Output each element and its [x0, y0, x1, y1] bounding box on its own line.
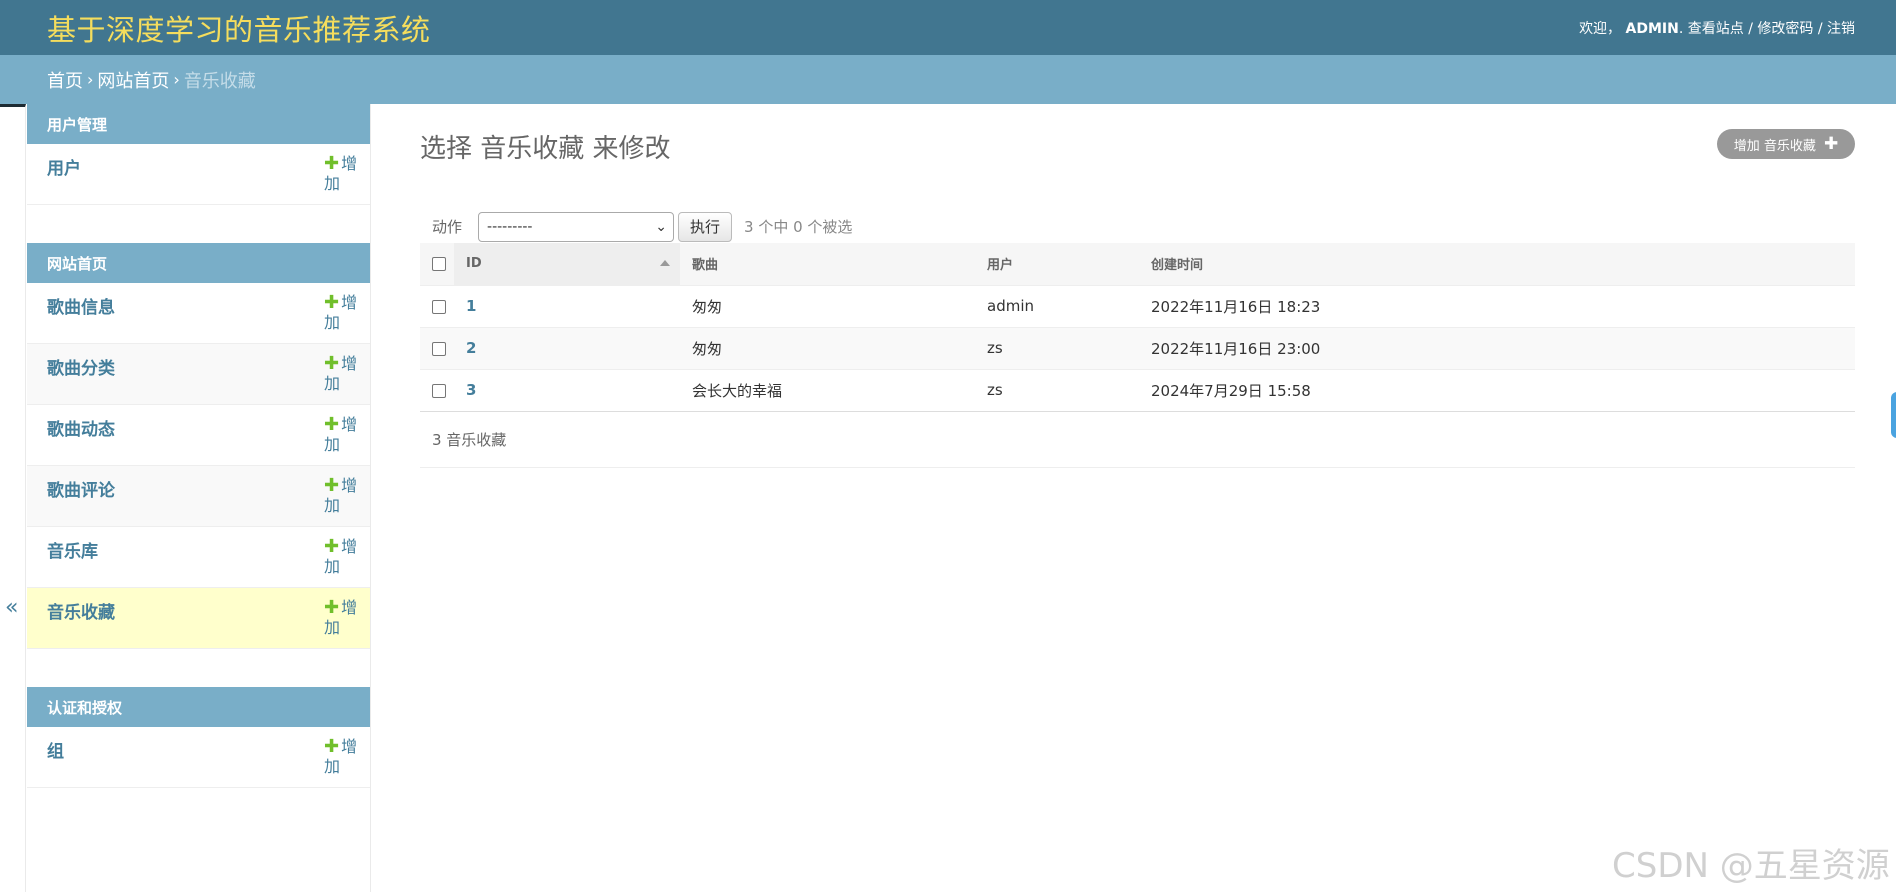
side-widget-tab[interactable] — [1891, 392, 1896, 438]
module-caption[interactable]: 网站首页 — [27, 243, 370, 283]
add-music-favorite-button[interactable]: 增加 音乐收藏 ✚ — [1717, 129, 1855, 159]
plus-icon: ✚ — [1823, 134, 1839, 154]
model-link[interactable]: 歌曲评论 — [47, 476, 115, 501]
logout-link[interactable]: 注销 — [1827, 21, 1855, 37]
breadcrumb-current: 音乐收藏 — [183, 70, 256, 92]
cell-created: 2022年11月16日 18:23 — [1139, 285, 1855, 328]
result-count: 3 音乐收藏 — [420, 411, 1855, 468]
module-site-home: 网站首页 歌曲信息 ✚ 增加 歌曲分类 ✚ 增加 歌曲动态 ✚ 增加 歌曲评论 ✚ 增加… — [27, 243, 370, 649]
add-song-news-link[interactable]: ✚ 增加 — [324, 415, 368, 455]
model-link[interactable]: 用户 — [47, 154, 81, 179]
sidebar-item-song-category: 歌曲分类 ✚ 增加 — [27, 344, 370, 405]
table-header-row: ID 歌曲 用户 创建时间 — [420, 243, 1855, 286]
page-title: 选择 音乐收藏 来修改 — [420, 134, 671, 164]
module-auth: 认证和授权 组 ✚ 增加 — [27, 687, 370, 788]
watermark: CSDN @五星资源 — [1612, 846, 1890, 886]
cell-song: 匆匆 — [680, 285, 975, 328]
table-row: 2 匆匆 zs 2022年11月16日 23:00 — [420, 327, 1855, 370]
cell-created: 2022年11月16日 23:00 — [1139, 327, 1855, 370]
header-song[interactable]: 歌曲 — [680, 243, 975, 286]
breadcrumb-separator: › — [87, 70, 94, 89]
model-link[interactable]: 歌曲动态 — [47, 415, 115, 440]
select-all-cell — [420, 243, 454, 286]
sidebar: 用户管理 用户 ✚ 增加 网站首页 歌曲信息 ✚ 增加 歌曲分类 ✚ 增加 歌曲动态 … — [27, 104, 371, 892]
add-music-favorite-link[interactable]: ✚ 增加 — [324, 598, 368, 638]
actions-label: 动作 — [432, 218, 463, 236]
view-site-link[interactable]: 查看站点 — [1688, 21, 1744, 37]
plus-icon: ✚ — [324, 536, 340, 557]
row-checkbox[interactable] — [432, 299, 446, 314]
sidebar-item-song-news: 歌曲动态 ✚ 增加 — [27, 405, 370, 466]
select-all-checkbox[interactable] — [432, 256, 446, 271]
add-song-comment-link[interactable]: ✚ 增加 — [324, 476, 368, 516]
user-tools: 欢迎， ADMIN. 查看站点 / 修改密码 / 注销 — [1579, 20, 1855, 37]
model-link[interactable]: 歌曲信息 — [47, 293, 115, 318]
plus-icon: ✚ — [324, 414, 340, 435]
collapse-sidebar-button[interactable]: « — [5, 595, 18, 620]
breadcrumb: 首页 › 网站首页 › 音乐收藏 — [0, 55, 1896, 104]
chevron-down-icon: ⌄ — [655, 218, 668, 235]
header-user[interactable]: 用户 — [975, 243, 1139, 286]
cell-created: 2024年7月29日 15:58 — [1139, 369, 1855, 412]
plus-icon: ✚ — [324, 353, 340, 374]
sidebar-item-music-favorites: 音乐收藏 ✚ 增加 — [27, 588, 370, 649]
cell-user: admin — [975, 285, 1139, 328]
table-row: 3 会长大的幸福 zs 2024年7月29日 15:58 — [420, 369, 1855, 412]
module-caption[interactable]: 用户管理 — [27, 104, 370, 144]
row-id-link[interactable]: 3 — [466, 381, 476, 399]
site-header: 基于深度学习的音乐推荐系统 欢迎， ADMIN. 查看站点 / 修改密码 / 注… — [0, 0, 1896, 55]
model-link[interactable]: 音乐库 — [47, 537, 98, 562]
header-id[interactable]: ID — [454, 243, 680, 286]
row-checkbox[interactable] — [432, 383, 446, 398]
username: ADMIN — [1625, 20, 1679, 37]
main-content: 选择 音乐收藏 来修改 增加 音乐收藏 ✚ 动作 --------- ⌄ 执行 … — [372, 104, 1896, 892]
module-caption[interactable]: 认证和授权 — [27, 687, 370, 727]
plus-icon: ✚ — [324, 292, 340, 313]
model-link[interactable]: 组 — [47, 737, 64, 762]
plus-icon: ✚ — [324, 153, 340, 174]
add-group-link[interactable]: ✚ 增加 — [324, 737, 368, 777]
cell-song: 会长大的幸福 — [680, 369, 975, 412]
sidebar-item-song-info: 歌曲信息 ✚ 增加 — [27, 283, 370, 344]
add-song-info-link[interactable]: ✚ 增加 — [324, 293, 368, 333]
action-select[interactable]: --------- ⌄ — [478, 211, 675, 242]
breadcrumb-separator: › — [173, 70, 180, 89]
sidebar-item-users: 用户 ✚ 增加 — [27, 144, 370, 205]
welcome-text: 欢迎， — [1579, 20, 1622, 37]
table-row: 1 匆匆 admin 2022年11月16日 18:23 — [420, 285, 1855, 328]
model-link[interactable]: 歌曲分类 — [47, 354, 115, 379]
cell-user: zs — [975, 327, 1139, 370]
breadcrumb-section[interactable]: 网站首页 — [97, 67, 169, 93]
selected-count: 3 个中 0 个被选 — [744, 218, 853, 236]
add-song-category-link[interactable]: ✚ 增加 — [324, 354, 368, 394]
row-checkbox[interactable] — [432, 341, 446, 356]
change-password-link[interactable]: 修改密码 — [1757, 21, 1813, 37]
header-created[interactable]: 创建时间 — [1139, 243, 1855, 286]
site-title[interactable]: 基于深度学习的音乐推荐系统 — [47, 7, 431, 49]
row-id-link[interactable]: 1 — [466, 297, 476, 315]
plus-icon: ✚ — [324, 597, 340, 618]
result-table: ID 歌曲 用户 创建时间 1 匆匆 admin 2022年11月16日 18:… — [420, 243, 1855, 412]
sort-ascending-icon[interactable] — [660, 260, 670, 266]
model-link[interactable]: 音乐收藏 — [47, 598, 115, 623]
sidebar-toggle-strip: « — [0, 104, 26, 892]
breadcrumb-home[interactable]: 首页 — [47, 67, 83, 93]
cell-song: 匆匆 — [680, 327, 975, 370]
cell-user: zs — [975, 369, 1139, 412]
plus-icon: ✚ — [324, 736, 340, 757]
sidebar-item-music-library: 音乐库 ✚ 增加 — [27, 527, 370, 588]
add-music-library-link[interactable]: ✚ 增加 — [324, 537, 368, 577]
module-user-management: 用户管理 用户 ✚ 增加 — [27, 104, 370, 205]
plus-icon: ✚ — [324, 475, 340, 496]
sidebar-item-song-comments: 歌曲评论 ✚ 增加 — [27, 466, 370, 527]
add-user-link[interactable]: ✚ 增加 — [324, 154, 368, 194]
sidebar-item-groups: 组 ✚ 增加 — [27, 727, 370, 788]
row-id-link[interactable]: 2 — [466, 339, 476, 357]
go-button[interactable]: 执行 — [678, 211, 733, 242]
